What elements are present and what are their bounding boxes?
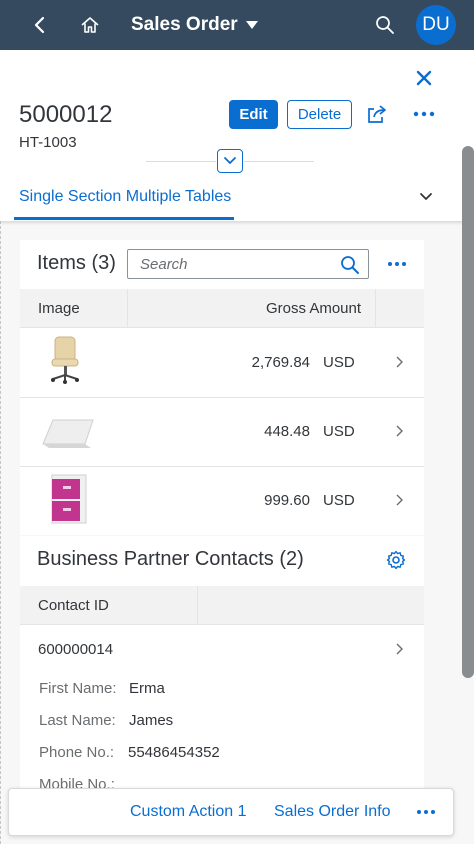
footer-toolbar: Custom Action 1 Sales Order Info <box>8 788 454 836</box>
overflow-icon <box>413 111 435 117</box>
home-icon <box>81 17 99 33</box>
back-button[interactable] <box>26 0 54 50</box>
search-button[interactable] <box>373 0 397 50</box>
column-divider <box>127 289 128 327</box>
search-icon <box>376 16 394 34</box>
phone-value: 55486454352 <box>128 744 220 761</box>
tab-single-section[interactable]: Single Section Multiple Tables <box>19 188 231 206</box>
avatar[interactable]: DU <box>416 5 456 45</box>
column-header-gross-amount[interactable]: Gross Amount <box>266 300 361 317</box>
items-column-header <box>20 289 424 327</box>
object-title: 5000012 <box>19 101 113 128</box>
shell-bar: Sales Order DU <box>0 0 474 50</box>
chevron-right-icon <box>396 356 403 368</box>
currency-value: USD <box>323 423 355 440</box>
first-name-label: First Name: <box>39 680 117 697</box>
back-icon <box>34 16 45 34</box>
sales-order-info-button[interactable]: Sales Order Info <box>274 803 391 821</box>
pink-drawer-cabinet-image <box>51 474 87 524</box>
contacts-table-title: Business Partner Contacts (2) <box>37 548 304 570</box>
overflow-icon <box>388 262 406 266</box>
settings-gear-icon <box>386 550 406 570</box>
close-icon <box>416 70 432 86</box>
items-overflow-button[interactable] <box>386 257 408 271</box>
chevron-right-icon <box>396 494 403 506</box>
share-icon <box>368 105 386 123</box>
column-divider <box>375 289 376 327</box>
app-title: Sales Order <box>131 14 238 35</box>
office-chair-image <box>51 336 79 384</box>
tab-selected-indicator <box>14 217 234 220</box>
items-table-title: Items (3) <box>37 252 116 274</box>
column-header-image[interactable]: Image <box>38 300 80 317</box>
gross-amount-value: 448.48 <box>264 423 310 440</box>
search-icon[interactable] <box>340 255 360 275</box>
header-divider-right <box>244 161 314 162</box>
last-name-label: Last Name: <box>39 712 116 729</box>
contact-id-value: 600000014 <box>38 641 114 658</box>
table-settings-button[interactable] <box>386 550 406 570</box>
currency-value: USD <box>323 492 355 509</box>
scrollbar[interactable] <box>462 146 474 678</box>
share-button[interactable] <box>366 103 388 125</box>
gross-amount-value: 2,769.84 <box>251 354 310 371</box>
expand-header-button[interactable] <box>217 149 243 173</box>
last-name-value: James <box>129 712 174 729</box>
caret-down-icon <box>245 21 258 29</box>
edit-button[interactable]: Edit <box>229 100 278 129</box>
tab-overflow-button[interactable] <box>418 190 434 209</box>
header-divider-left <box>146 161 216 162</box>
chevron-down-icon <box>224 157 236 164</box>
app-title-menu[interactable]: Sales Order <box>131 0 258 50</box>
currency-value: USD <box>323 354 355 371</box>
chevron-right-icon <box>396 425 403 437</box>
column-header-contact-id[interactable]: Contact ID <box>38 597 109 614</box>
table-tent-card-image <box>42 419 94 448</box>
chevron-right-icon <box>396 643 403 655</box>
gross-amount-value: 999.60 <box>264 492 310 509</box>
footer-overflow-button[interactable] <box>415 805 437 824</box>
header-overflow-button[interactable] <box>412 105 436 123</box>
chevron-down-icon <box>420 193 432 200</box>
phone-label: Phone No.: <box>39 744 115 761</box>
delete-button[interactable]: Delete <box>287 100 352 129</box>
search-field[interactable]: Search <box>127 249 369 279</box>
first-name-value: Erma <box>129 680 165 697</box>
custom-action-1-button[interactable]: Custom Action 1 <box>130 803 247 821</box>
home-button[interactable] <box>77 0 103 50</box>
object-subtitle: HT-1003 <box>19 134 77 151</box>
overflow-icon <box>417 810 435 814</box>
column-divider <box>197 586 198 624</box>
close-button[interactable] <box>413 67 435 89</box>
search-placeholder: Search <box>140 256 188 273</box>
